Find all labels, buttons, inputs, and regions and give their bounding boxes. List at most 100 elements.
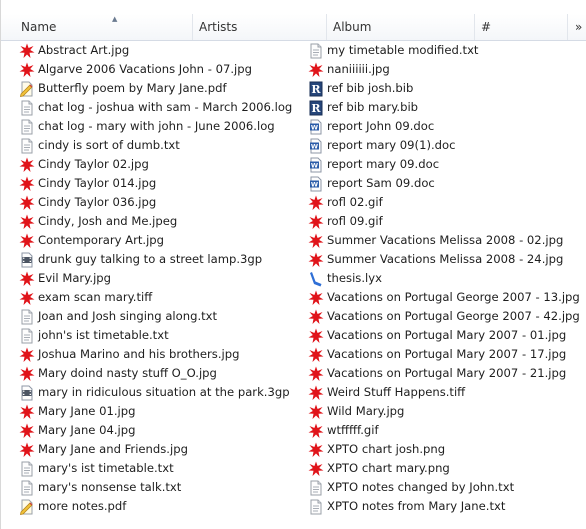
image-file-icon (19, 442, 35, 458)
column-header-number[interactable]: # (475, 14, 568, 40)
image-file-icon (308, 233, 324, 249)
bibtex-file-icon: R (308, 100, 324, 116)
file-name: report mary 09(1).doc (327, 138, 456, 152)
file-name: Summer Vacations Melissa 2008 - 24.jpg (327, 252, 564, 266)
column-header-artists-label: Artists (199, 20, 238, 34)
file-name: Butterfly poem by Mary Jane.pdf (38, 81, 227, 95)
column-header-album[interactable]: Album (327, 14, 475, 40)
image-file-icon (308, 442, 324, 458)
file-name: XPTO notes changed by John.txt (327, 480, 515, 494)
image-file-icon (19, 43, 35, 59)
file-name: chat log - joshua with sam - March 2006.… (38, 100, 293, 114)
image-file-icon (308, 214, 324, 230)
more-columns-button[interactable]: » (568, 14, 586, 40)
file-name: report John 09.doc (327, 119, 435, 133)
column-header-artists[interactable]: Artists (193, 14, 327, 40)
word-document-icon: W (308, 119, 324, 135)
image-file-icon (19, 62, 35, 78)
image-file-icon (19, 290, 35, 306)
file-name: chat log - mary with john - June 2006.lo… (38, 119, 275, 133)
file-name: Abstract Art.jpg (38, 43, 130, 57)
file-name: Mary doind nasty stuff O_O.jpg (38, 366, 217, 380)
image-file-icon (19, 214, 35, 230)
column-header-album-label: Album (333, 20, 372, 34)
svg-text:W: W (311, 123, 318, 131)
file-name: Cindy, Josh and Me.jpeg (38, 214, 178, 228)
svg-text:R: R (311, 102, 321, 115)
text-file-icon (19, 328, 35, 344)
image-file-icon (19, 366, 35, 382)
file-name: Vacations on Portugal George 2007 - 13.j… (327, 290, 580, 304)
file-name: XPTO chart josh.png (327, 442, 446, 456)
image-file-icon (308, 328, 324, 344)
column-header-name-label: Name (21, 20, 57, 34)
file-name: Vacations on Portugal Mary 2007 - 01.jpg (327, 328, 567, 342)
file-name: Wild Mary.jpg (327, 404, 405, 418)
sort-ascending-icon: ▲ (112, 15, 118, 23)
image-file-icon (308, 195, 324, 211)
file-name: rofl 02.gif (327, 195, 383, 209)
svg-text:W: W (311, 142, 318, 150)
file-name: Mary Jane 04.jpg (38, 423, 136, 437)
column-header-number-label: # (481, 20, 492, 34)
file-name: Vacations on Portugal Mary 2007 - 17.jpg (327, 347, 567, 361)
text-file-icon (19, 119, 35, 135)
more-columns-label: » (575, 20, 583, 34)
image-file-icon (308, 62, 324, 78)
image-file-icon (308, 404, 324, 420)
image-file-icon (308, 309, 324, 325)
column-header-name[interactable]: ▲ Name (15, 14, 193, 40)
image-file-icon (308, 423, 324, 439)
file-name: Vacations on Portugal Mary 2007 - 21.jpg (327, 366, 567, 380)
image-file-icon (19, 195, 35, 211)
text-file-icon (19, 100, 35, 116)
word-document-icon: W (308, 176, 324, 192)
file-name: report Sam 09.doc (327, 176, 435, 190)
file-name: mary's nonsense talk.txt (38, 480, 182, 494)
image-file-icon (308, 252, 324, 268)
text-file-icon (308, 43, 324, 59)
text-file-icon (19, 461, 35, 477)
file-name: Joan and Josh singing along.txt (38, 309, 218, 323)
file-name: ref bib josh.bib (327, 81, 414, 95)
image-file-icon (19, 271, 35, 287)
svg-text:W: W (311, 161, 318, 169)
file-name: Evil Mary.jpg (38, 271, 112, 285)
image-file-icon (308, 366, 324, 382)
file-name: Contemporary Art.jpg (38, 233, 165, 247)
image-file-icon (19, 423, 35, 439)
image-file-icon (19, 404, 35, 420)
video-file-icon (19, 385, 35, 401)
word-document-icon: W (308, 157, 324, 173)
file-name: drunk guy talking to a street lamp.3gp (38, 252, 263, 266)
image-file-icon (19, 233, 35, 249)
video-file-icon (19, 252, 35, 268)
file-name: my timetable modified.txt (327, 43, 479, 57)
file-name: Cindy Taylor 036.jpg (38, 195, 157, 209)
image-file-icon (308, 290, 324, 306)
file-name: XPTO chart mary.png (327, 461, 450, 475)
file-name: XPTO notes from Mary Jane.txt (327, 499, 506, 513)
file-name: more notes.pdf (38, 499, 127, 513)
file-name: Cindy Taylor 02.jpg (38, 157, 149, 171)
file-name: Mary Jane and Friends.jpg (38, 442, 188, 456)
word-document-icon: W (308, 138, 324, 154)
text-file-icon (19, 309, 35, 325)
file-name: thesis.lyx (327, 271, 382, 285)
text-file-icon (308, 499, 324, 515)
file-name: Weird Stuff Happens.tiff (327, 385, 466, 399)
file-name: Cindy Taylor 014.jpg (38, 176, 157, 190)
file-name: Summer Vacations Melissa 2008 - 02.jpg (327, 233, 564, 247)
text-file-icon (19, 138, 35, 154)
image-file-icon (308, 385, 324, 401)
image-file-icon (308, 347, 324, 363)
svg-text:W: W (311, 180, 318, 188)
file-name: mary in ridiculous situation at the park… (38, 385, 290, 399)
column-header-bar: ▲ Name Artists Album # » (1, 14, 586, 41)
file-name: Algarve 2006 Vacations John - 07.jpg (38, 62, 252, 76)
bibtex-file-icon: R (308, 81, 324, 97)
file-list-window: ▲ Name Artists Album # » Abstract Art.jp… (0, 0, 586, 529)
svg-text:R: R (311, 83, 321, 96)
pdf-file-icon (19, 81, 35, 97)
file-name: report mary 09.doc (327, 157, 440, 171)
